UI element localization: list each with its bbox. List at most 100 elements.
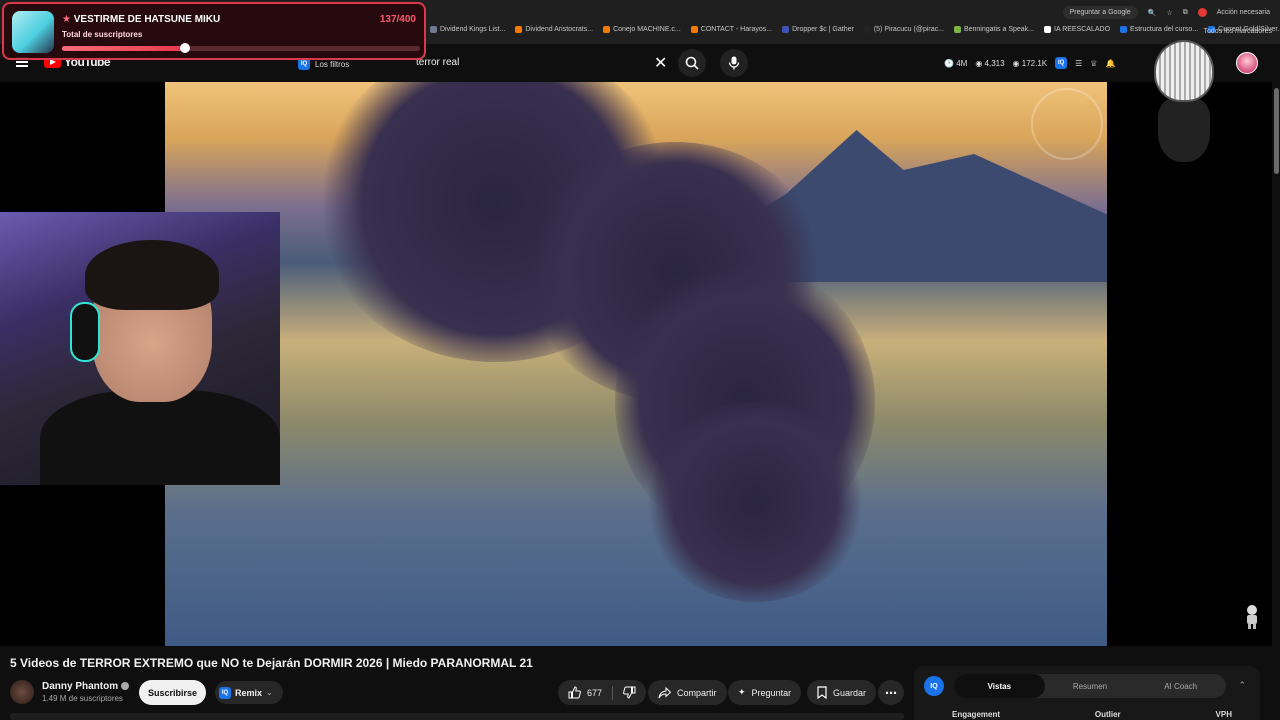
goal-count: 137/400 <box>379 14 416 25</box>
panel-column-header: Engagement <box>952 710 1001 719</box>
goal-progress-bar <box>62 43 420 53</box>
share-icon <box>658 686 671 698</box>
thumbs-up-icon <box>568 686 581 699</box>
bookmark-item[interactable]: Dividend Aristocrats... <box>515 26 593 33</box>
bookmark-item[interactable]: IA REESCALADO <box>1044 26 1110 33</box>
search-input[interactable]: terror real <box>416 57 459 68</box>
watermark-ring <box>1031 88 1103 160</box>
video-player[interactable] <box>0 82 1272 646</box>
headphones-icon <box>70 302 100 362</box>
dislike-button[interactable] <box>623 686 636 699</box>
account-avatar[interactable] <box>1236 52 1258 74</box>
bookmark-label: CONTACT - Harayos... <box>700 26 773 33</box>
bookmark-item[interactable]: CONTACT - Harayos... <box>690 26 773 33</box>
goal-progress-fill <box>62 46 185 51</box>
bookmark-favicon-icon <box>782 26 790 33</box>
bookmark-item[interactable]: Dividend Kings List... <box>430 26 505 33</box>
subscribe-button[interactable]: Suscribirse <box>139 680 206 705</box>
bookmark-label: Estructura del curso... <box>1130 26 1199 33</box>
bookmark-favicon-icon <box>515 26 523 33</box>
panel-column-header: Outlier <box>1094 710 1121 719</box>
mic-mascot-head <box>1154 40 1214 102</box>
remix-button[interactable]: IQ Remix ⌄ <box>215 681 283 704</box>
channel-action-row: Danny Phantom 1.49 M de suscriptores Sus… <box>10 680 910 706</box>
channel-avatar[interactable] <box>10 680 34 704</box>
save-button[interactable]: Guardar <box>807 680 877 705</box>
trophy-icon[interactable]: ♕ <box>1090 59 1097 68</box>
extensions-icon[interactable]: ⧉ <box>1183 9 1188 17</box>
panel-tabs: Vistas Resumen AI Coach <box>954 674 1226 698</box>
remix-label: Remix <box>235 687 263 698</box>
video-frame[interactable] <box>165 82 1107 646</box>
clear-search-icon[interactable]: ✕ <box>654 53 667 73</box>
share-button[interactable]: Compartir <box>648 680 727 705</box>
sparkle-icon: ✦ <box>738 687 746 697</box>
analytics-side-panel: IQ Vistas Resumen AI Coach ⌃ Engagement Out… <box>914 666 1260 720</box>
ask-google-button[interactable]: Preguntar a Google <box>1062 6 1138 19</box>
channel-subscribers: 1.49 M de suscriptores <box>42 694 123 703</box>
notifications-icon[interactable]: 🔔 <box>1105 59 1115 68</box>
panel-tab[interactable]: Vistas <box>954 674 1045 698</box>
channel-name-text[interactable]: Danny Phantom <box>42 681 118 692</box>
panel-tab[interactable]: AI Coach <box>1135 674 1226 698</box>
star-icon: ★ <box>62 14 74 25</box>
bookmark-icon <box>817 686 827 699</box>
bookmark-item[interactable]: Estructura del curso... <box>1120 26 1198 33</box>
bookmark-label: Dividend Kings List... <box>440 26 506 33</box>
verified-icon <box>121 682 130 691</box>
bookmark-star-icon[interactable]: ☆ <box>1166 9 1172 17</box>
ask-label: Preguntar <box>751 687 792 698</box>
subs-stat: 🕐 4M <box>944 58 968 68</box>
iq-stats-icon[interactable]: IQ <box>1055 57 1068 69</box>
bookmark-label: Conejo MACHINE.c... <box>613 26 681 33</box>
panel-iq-logo: IQ <box>924 676 944 696</box>
bookmark-favicon-icon <box>953 26 961 33</box>
scrollbar-thumb[interactable] <box>1274 88 1279 174</box>
channel-stats: 🕐 4M ◉ 4,313 ◉ 172.1K IQ ☰ ♕ 🔔 <box>944 57 1115 69</box>
bookmark-label: (5) Piracucu (@pirac... <box>873 26 944 33</box>
panel-tab[interactable]: Resumen <box>1045 674 1136 698</box>
subscriber-goal-overlay: ★ VESTIRME DE HATSUNE MIKU 137/400 Total… <box>2 2 426 60</box>
video-title: 5 Videos de TERROR EXTREMO que NO te Dej… <box>10 656 533 670</box>
page-scrollbar[interactable] <box>1272 82 1280 720</box>
share-label: Compartir <box>677 687 717 698</box>
more-actions-button[interactable]: ⋯ <box>878 680 904 705</box>
webcam-hair <box>85 240 219 310</box>
mic-mascot-body <box>1158 98 1210 162</box>
bookmark-item[interactable]: Benningatis a Speak... <box>953 26 1034 33</box>
watching-stat: ◉ 172.1K <box>1012 58 1048 68</box>
bookmark-list: Dividend Kings List... Dividend Aristocra… <box>430 26 1280 33</box>
video-smoke <box>645 402 865 602</box>
zoom-icon[interactable]: 🔍 <box>1148 9 1157 17</box>
bookmark-label: Dividend Aristocrats... <box>525 26 594 33</box>
remix-iq-icon: IQ <box>219 686 231 699</box>
bookmark-favicon-icon <box>863 26 871 33</box>
goal-title-text: VESTIRME DE HATSUNE MIKU <box>73 14 221 25</box>
action-needed-label[interactable]: Acción necesaria <box>1217 9 1270 16</box>
profile-dot-icon[interactable] <box>1197 8 1207 17</box>
panel-column-header: VPH <box>1215 710 1232 719</box>
views-stat: ◉ 4,313 <box>975 58 1005 68</box>
ask-button[interactable]: ✦ Preguntar <box>728 680 802 705</box>
goal-thumbnail <box>12 11 54 53</box>
thumbs-down-icon <box>623 686 636 699</box>
bookmark-item[interactable]: Conejo MACHINE.c... <box>603 26 681 33</box>
bookmark-favicon-icon <box>430 26 437 33</box>
search-button[interactable] <box>678 49 706 77</box>
bookmark-item[interactable]: (5) Piracucu (@pirac... <box>863 26 944 33</box>
channel-name[interactable]: Danny Phantom <box>42 681 130 692</box>
bookmark-favicon-icon <box>1044 26 1052 33</box>
microphone-icon <box>728 56 740 70</box>
webcam-body <box>40 390 280 485</box>
like-button[interactable]: 677 <box>568 686 602 699</box>
bookmark-item[interactable]: Dropper $c | Gather <box>782 26 854 33</box>
chevron-up-icon[interactable]: ⌃ <box>1238 680 1246 691</box>
notes-icon[interactable]: ☰ <box>1075 59 1082 68</box>
voice-search-button[interactable] <box>720 49 748 77</box>
bookmark-favicon-icon <box>1120 26 1128 33</box>
all-bookmarks-link[interactable]: Todos los marcadores <box>1204 28 1272 35</box>
bookmark-favicon-icon <box>690 26 698 33</box>
astronaut-icon <box>1242 604 1262 630</box>
bookmark-favicon-icon <box>603 26 611 33</box>
goal-title: ★ VESTIRME DE HATSUNE MIKU <box>62 14 220 25</box>
